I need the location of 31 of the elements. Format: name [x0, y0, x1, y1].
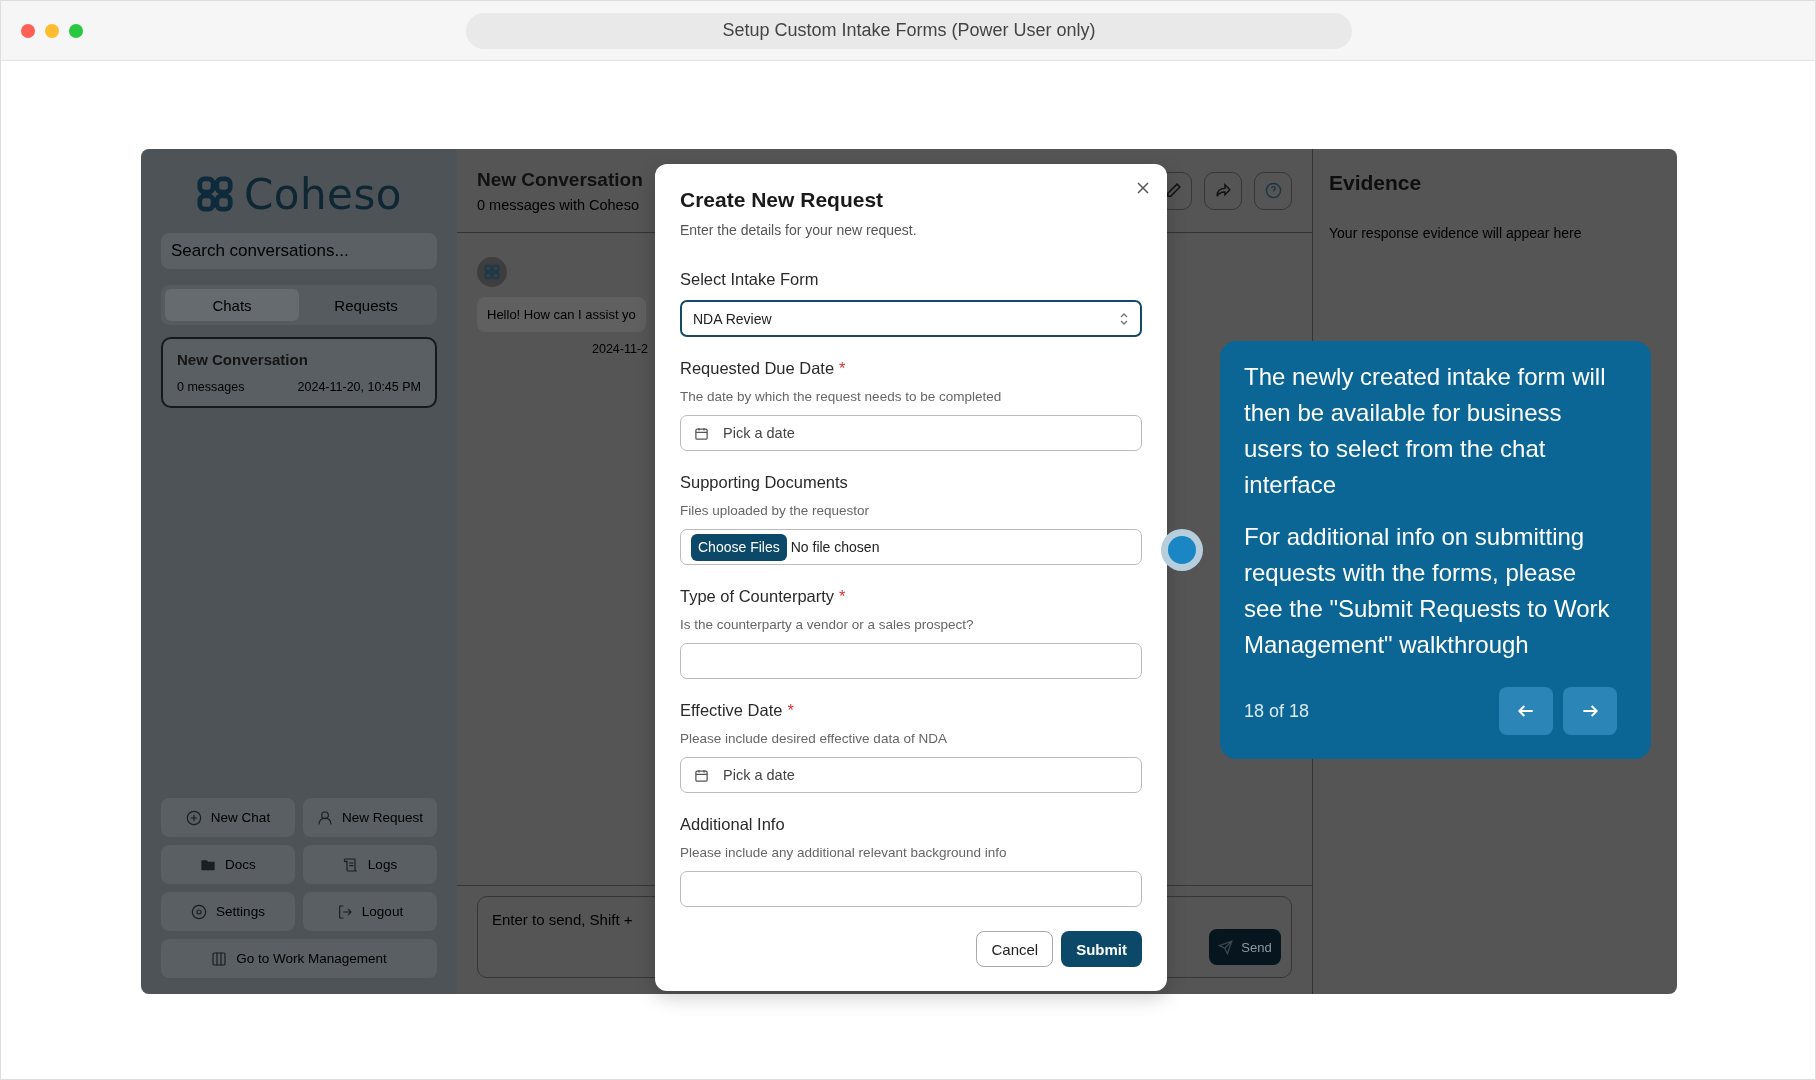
evidence-empty-text: Your response evidence will appear here: [1329, 225, 1583, 241]
field-label: Requested Due Date *: [680, 359, 847, 378]
evidence-title: Evidence: [1329, 171, 1423, 195]
field-help-text: Please include desired effective data of NDA: [680, 731, 948, 746]
message-time: 2024-11-2: [592, 342, 649, 356]
field-help-text: Is the counterparty a vendor or a sales prospect?: [680, 617, 975, 632]
field-help-text: Files uploaded by the requestor: [680, 503, 871, 518]
field-help-text: The date by which the request needs to be completed: [680, 389, 1003, 404]
chat-title: New Conversation: [477, 168, 643, 191]
conversation-time: 2024-11-20, 10:45 PM: [297, 380, 421, 394]
tooltip-text: The newly created intake form will then be available for business users to select from the chat interface: [1244, 362, 1607, 500]
dialog-description: Enter the details for your new request.: [680, 222, 918, 238]
required-mark: *: [839, 587, 846, 605]
step-counter: 18 of 18: [1244, 700, 1310, 722]
tooltip-text: For additional info on submitting requests with the forms, please see the "Submit Requests to Work Management" walkthrough: [1244, 522, 1611, 660]
field-label: Supporting Documents: [680, 473, 849, 492]
field-label: Select Intake Form: [680, 270, 820, 289]
required-mark: *: [839, 359, 846, 377]
conversation-title: New Conversation: [177, 351, 309, 368]
file-status-text: No file chosen: [790, 539, 880, 555]
field-label: Additional Info: [680, 815, 786, 834]
window-title: Setup Custom Intake Forms (Power User only): [466, 12, 1352, 49]
chat-message: Hello! How can I assist yo: [477, 297, 646, 332]
logo-text: Coheso: [243, 169, 403, 219]
chat-subtitle: 0 messages with Coheso: [477, 196, 640, 213]
message-count: 0 messages: [177, 380, 245, 394]
field-label: Effective Date *: [680, 701, 795, 720]
field-label: Type of Counterparty *: [680, 587, 847, 606]
dialog-title: Create New Request: [680, 188, 885, 212]
required-mark: *: [787, 701, 794, 719]
field-help-text: Please include any additional relevant background info: [680, 845, 1008, 860]
